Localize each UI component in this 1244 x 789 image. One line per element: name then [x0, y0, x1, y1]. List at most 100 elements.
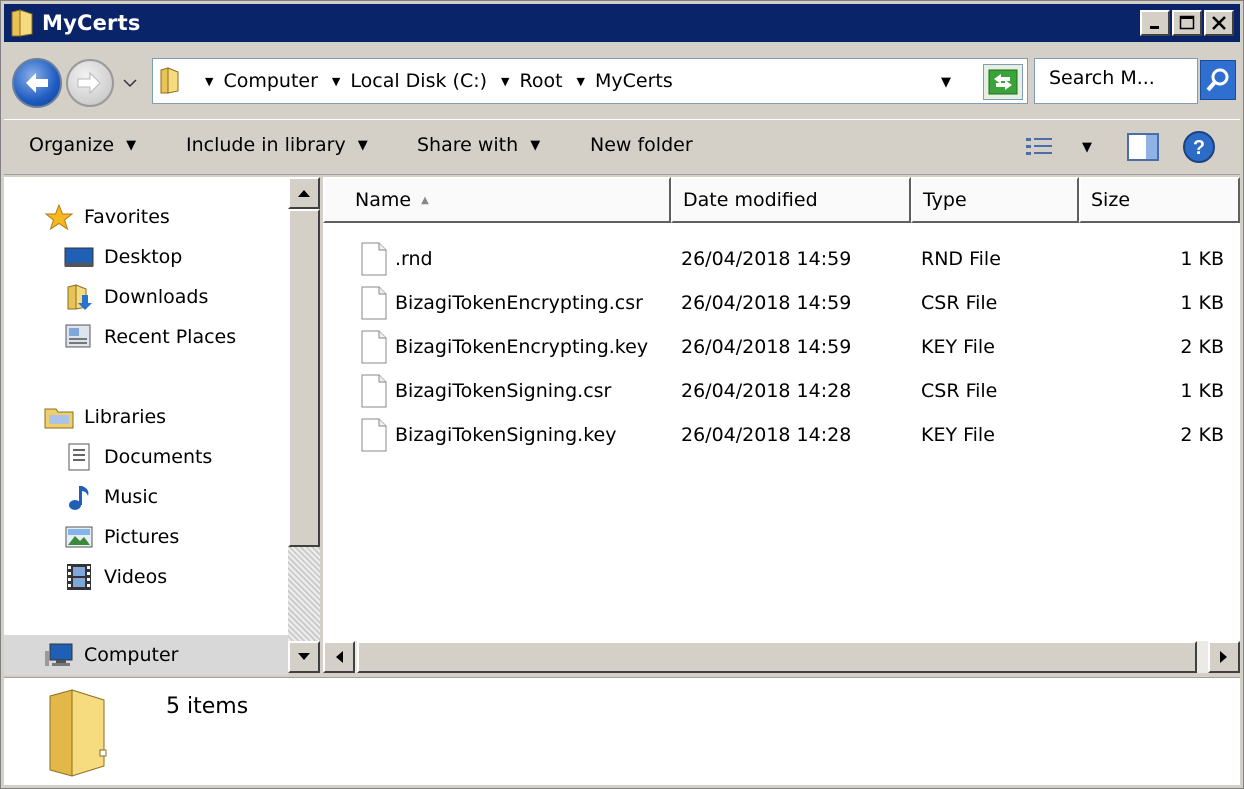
folder-icon: [159, 67, 181, 95]
arrow-left-icon: [336, 651, 343, 663]
file-name-cell[interactable]: BizagiTokenEncrypting.csr: [361, 281, 643, 325]
breadcrumb-computer[interactable]: ▼ Computer: [205, 70, 318, 92]
item-count: 5 items: [166, 694, 249, 719]
nav-downloads[interactable]: Downloads: [64, 282, 208, 312]
change-view-button[interactable]: [1024, 134, 1056, 165]
downloads-icon: [64, 283, 94, 311]
nav-music[interactable]: Music: [64, 482, 158, 512]
history-dropdown[interactable]: [122, 75, 138, 91]
column-header-date[interactable]: Date modified: [671, 177, 911, 223]
arrow-up-icon: [298, 190, 310, 197]
file-date-cell: 26/04/2018 14:59: [681, 336, 852, 358]
music-icon: [64, 483, 94, 511]
computer-icon: [44, 641, 74, 669]
arrow-right-icon: [1220, 651, 1227, 663]
help-button[interactable]: ?: [1182, 130, 1216, 169]
file-row[interactable]: BizagiTokenEncrypting.csr 26/04/2018 14:5…: [323, 281, 1240, 325]
file-type-cell: RND File: [921, 248, 1001, 270]
column-header-type[interactable]: Type: [911, 177, 1079, 223]
breadcrumb-arrow-icon[interactable]: ▼: [205, 75, 213, 88]
breadcrumb-root[interactable]: ▼ Root: [501, 70, 563, 92]
horizontal-scroll-thumb[interactable]: [357, 641, 1197, 673]
file-row[interactable]: BizagiTokenSigning.key 26/04/2018 14:28 KE…: [323, 413, 1240, 457]
help-icon: ?: [1183, 131, 1215, 163]
breadcrumb-arrow-icon[interactable]: ▼: [332, 75, 340, 88]
nav-favorites[interactable]: Favorites: [44, 202, 170, 232]
file-name-cell[interactable]: BizagiTokenSigning.key: [361, 413, 616, 457]
star-icon: [44, 203, 74, 231]
view-options-dropdown-icon[interactable]: ▼: [1082, 140, 1092, 155]
file-name-cell[interactable]: BizagiTokenSigning.csr: [361, 369, 611, 413]
minimize-icon: [1150, 26, 1159, 29]
scroll-thumb[interactable]: [288, 209, 320, 547]
forward-arrow-icon: [77, 71, 101, 95]
search-input[interactable]: Search M...: [1034, 58, 1198, 104]
file-size-cell: 2 KB: [1180, 424, 1224, 446]
nav-documents[interactable]: Documents: [64, 442, 212, 472]
scroll-up-button[interactable]: [288, 177, 320, 209]
breadcrumb-arrow-icon[interactable]: ▼: [577, 75, 585, 88]
file-row[interactable]: BizagiTokenSigning.csr 26/04/2018 14:28 CS…: [323, 369, 1240, 413]
nav-computer-row[interactable]: Computer: [4, 635, 288, 675]
organize-button[interactable]: Organize ▼: [29, 134, 136, 156]
large-folder-icon: [46, 686, 110, 778]
preview-pane-button[interactable]: [1126, 132, 1160, 167]
title-bar[interactable]: MyCerts: [4, 4, 1240, 42]
nav-desktop[interactable]: Desktop: [64, 242, 182, 272]
details-view-icon: [1026, 138, 1052, 155]
breadcrumb-local-disk[interactable]: ▼ Local Disk (C:): [332, 70, 487, 92]
address-bar[interactable]: ▼ Computer ▼ Local Disk (C:) ▼ Root ▼ MyCert…: [152, 58, 1028, 104]
search-icon: [1206, 68, 1229, 92]
column-header-size[interactable]: Size: [1079, 177, 1240, 223]
pictures-icon: [64, 523, 94, 551]
scroll-right-button[interactable]: [1208, 641, 1240, 673]
file-type-cell: KEY File: [921, 424, 995, 446]
documents-icon: [64, 443, 94, 471]
chevron-down-icon: ▼: [126, 137, 137, 153]
share-with-button[interactable]: Share with ▼: [417, 134, 540, 156]
nav-pane-scrollbar[interactable]: [288, 177, 320, 673]
arrow-down-icon: [298, 653, 310, 660]
file-name-cell[interactable]: .rnd: [361, 237, 433, 281]
recent-places-icon: [64, 323, 94, 351]
svg-text:?: ?: [1193, 137, 1205, 159]
refresh-icon: [988, 69, 1018, 95]
file-size-cell: 2 KB: [1180, 336, 1224, 358]
file-row[interactable]: .rnd 26/04/2018 14:59 RND File 1 KB: [323, 237, 1240, 281]
nav-computer[interactable]: Computer: [44, 640, 178, 670]
navigation-pane: Favorites Desktop Downloads Recent Place…: [4, 177, 288, 675]
search-button[interactable]: [1200, 60, 1236, 100]
chevron-down-icon: ▼: [357, 137, 368, 153]
scroll-track[interactable]: [288, 547, 320, 643]
scroll-down-button[interactable]: [288, 641, 320, 673]
breadcrumb-mycerts[interactable]: ▼ MyCerts: [577, 70, 673, 92]
file-icon: [361, 330, 387, 364]
file-list-horizontal-scrollbar[interactable]: [323, 641, 1240, 673]
nav-recent-places[interactable]: Recent Places: [64, 322, 236, 352]
file-row[interactable]: BizagiTokenEncrypting.key 26/04/2018 14:5…: [323, 325, 1240, 369]
include-in-library-button[interactable]: Include in library ▼: [186, 134, 368, 156]
nav-videos[interactable]: Videos: [64, 562, 167, 592]
new-folder-button[interactable]: New folder: [590, 134, 693, 156]
file-size-cell: 1 KB: [1180, 292, 1224, 314]
file-date-cell: 26/04/2018 14:28: [681, 424, 852, 446]
back-button[interactable]: [12, 58, 62, 108]
close-button[interactable]: [1204, 10, 1234, 36]
maximize-button[interactable]: [1172, 10, 1202, 36]
column-headers: Name ▲ Date modified Type Size: [323, 177, 1240, 223]
chevron-down-icon: ▼: [530, 137, 541, 153]
address-dropdown-icon[interactable]: ▼: [941, 75, 951, 90]
libraries-icon: [44, 403, 74, 431]
file-size-cell: 1 KB: [1180, 380, 1224, 402]
file-name-cell[interactable]: BizagiTokenEncrypting.key: [361, 325, 648, 369]
nav-libraries[interactable]: Libraries: [44, 402, 166, 432]
minimize-button[interactable]: [1140, 10, 1170, 36]
refresh-button[interactable]: [983, 64, 1023, 100]
scroll-left-button[interactable]: [323, 641, 355, 673]
column-header-name[interactable]: Name ▲: [323, 177, 671, 223]
nav-pictures[interactable]: Pictures: [64, 522, 179, 552]
file-date-cell: 26/04/2018 14:59: [681, 292, 852, 314]
forward-button[interactable]: [66, 59, 114, 107]
details-pane: 5 items: [4, 677, 1240, 785]
breadcrumb-arrow-icon[interactable]: ▼: [501, 75, 509, 88]
